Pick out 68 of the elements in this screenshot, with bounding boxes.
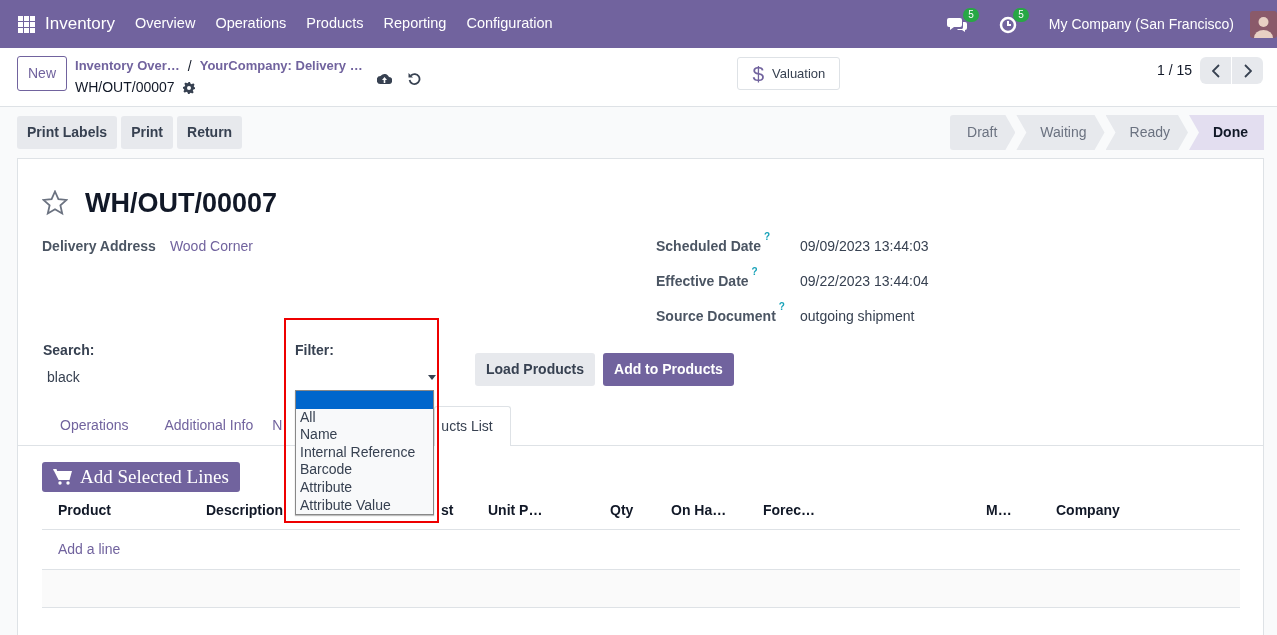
message-count-badge: 5	[963, 7, 979, 22]
apps-menu-icon[interactable]	[18, 15, 35, 33]
cart-icon	[53, 468, 72, 485]
column-header[interactable]: Product	[58, 502, 111, 518]
dropdown-option[interactable]: Barcode	[296, 461, 433, 479]
add-selected-lines-button[interactable]: Add Selected Lines	[42, 461, 240, 492]
breadcrumb-link[interactable]: Inventory Over…	[75, 56, 180, 77]
dropdown-option[interactable]: Attribute Value	[296, 496, 433, 515]
action-button[interactable]: Print	[121, 116, 174, 149]
load-products-button[interactable]: Load Products	[475, 352, 595, 386]
dropdown-option[interactable]: All	[296, 408, 433, 427]
breadcrumb-link[interactable]: YourCompany: Delivery …	[199, 56, 363, 77]
status-step[interactable]: Ready	[1105, 115, 1188, 150]
valuation-button[interactable]: $ Valuation	[737, 57, 841, 90]
next-button[interactable]	[1232, 57, 1263, 84]
menu-item[interactable]: Products	[296, 13, 374, 35]
tab[interactable]: ucts List	[434, 405, 511, 446]
company-name[interactable]: My Company (San Francisco)	[1048, 13, 1234, 35]
status-step[interactable]: Waiting	[1016, 115, 1105, 150]
column-header[interactable]: st	[441, 502, 454, 518]
chat-icon[interactable]	[946, 16, 967, 34]
column-header[interactable]: Company	[1056, 502, 1120, 518]
cloud-upload-icon[interactable]	[376, 73, 392, 84]
caret-icon	[428, 375, 436, 380]
status-step[interactable]: Done	[1189, 115, 1264, 150]
field-label: Delivery Address	[42, 236, 156, 256]
menu-item[interactable]: Overview	[124, 13, 206, 35]
pager-counter: 1 / 15	[1157, 61, 1192, 80]
dropdown-option[interactable]: Name	[296, 426, 433, 444]
action-button[interactable]: Return	[177, 116, 243, 149]
filter-label: Filter:	[295, 340, 335, 360]
gear-icon[interactable]	[182, 81, 195, 94]
undo-icon[interactable]	[407, 72, 421, 85]
activity-count-badge: 5	[1013, 7, 1029, 22]
dropdown-option[interactable]: Attribute	[296, 478, 433, 497]
avatar[interactable]	[1250, 10, 1277, 38]
add-products-button[interactable]: Add to Products	[603, 352, 734, 386]
column-header[interactable]: On Ha…	[671, 502, 727, 518]
search-label: Search:	[43, 340, 96, 360]
column-header[interactable]: M…	[986, 502, 1012, 518]
star-icon[interactable]	[42, 190, 68, 217]
chevron-right-icon	[1243, 63, 1252, 78]
field-value: 09/22/2023 13:44:04	[800, 271, 929, 291]
add-line-link[interactable]: Add a line	[58, 541, 121, 557]
field-value: 09/09/2023 13:44:03	[800, 236, 929, 256]
breadcrumb-separator: /	[187, 57, 192, 76]
action-button[interactable]: Print Labels	[17, 116, 118, 149]
status-step[interactable]: Draft	[950, 115, 1016, 150]
app-name[interactable]: Inventory	[45, 11, 115, 37]
menu-item[interactable]: Operations	[205, 13, 297, 35]
clock-icon[interactable]	[998, 15, 1017, 34]
column-header[interactable]: Unit P…	[488, 502, 543, 518]
tab[interactable]: Operations	[42, 404, 147, 445]
menu-item[interactable]: Configuration	[456, 13, 563, 35]
record-name: WH/OUT/00007	[75, 78, 175, 97]
previous-button[interactable]	[1200, 57, 1231, 84]
column-header[interactable]: Forec…	[763, 502, 816, 518]
chevron-left-icon	[1211, 63, 1220, 78]
field-value: outgoing shipment	[800, 306, 915, 326]
new-button[interactable]: New	[17, 56, 67, 91]
field-value-link[interactable]: Wood Corner	[169, 235, 253, 257]
dropdown-option[interactable]: Internal Reference	[296, 443, 433, 462]
filter-dropdown-menu[interactable]: All Name Internal Reference Barcode Attribute Attribute Value	[295, 390, 434, 516]
record-title: WH/OUT/00007	[85, 187, 278, 220]
search-field[interactable]: black	[47, 366, 295, 388]
column-header[interactable]: Qty	[610, 502, 634, 518]
menu-item[interactable]: Reporting	[373, 13, 457, 35]
column-header[interactable]: Description	[206, 502, 283, 518]
